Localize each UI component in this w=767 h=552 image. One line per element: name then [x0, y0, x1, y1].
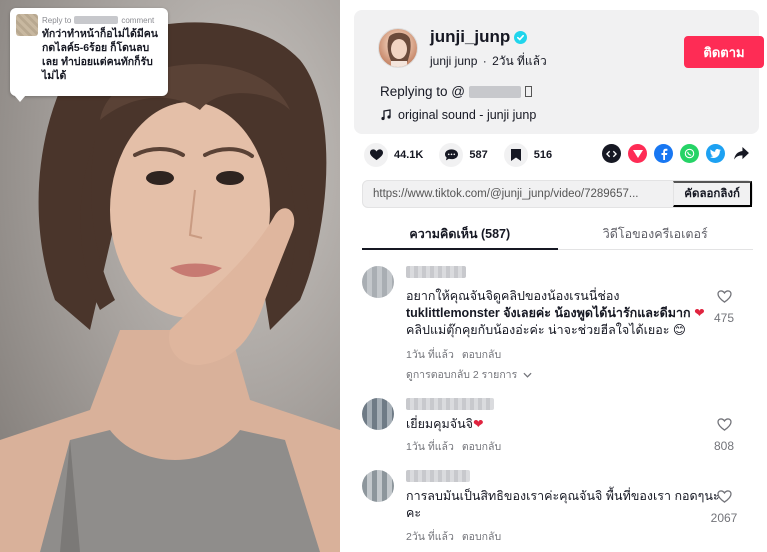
video-link-box: https://www.tiktok.com/@junji_junp/video… — [362, 180, 753, 208]
comment-count: 587 — [469, 149, 488, 161]
commenter-avatar[interactable] — [362, 266, 394, 298]
heart-outline-icon — [716, 290, 732, 303]
avatar-image — [387, 32, 411, 67]
bubble-tail — [14, 95, 26, 102]
comment-line: คะ — [406, 506, 422, 520]
chevron-down-icon — [523, 372, 532, 378]
comment-tabs: ความคิดเห็น (587) วิดีโอของครีเอเตอร์ — [362, 218, 753, 250]
comment-bubble-icon — [439, 143, 464, 167]
twitter-icon[interactable] — [706, 144, 725, 163]
embed-icon[interactable] — [602, 144, 621, 163]
missing-glyph-icon — [525, 86, 532, 97]
commenter-avatar-blurred — [16, 14, 38, 36]
video-url[interactable]: https://www.tiktok.com/@junji_junp/video… — [363, 188, 673, 200]
replying-to-text: Replying to @ — [380, 84, 465, 99]
comment-line: เยี่ยมคุมจันจิ❤ — [406, 417, 484, 431]
comment-line: การลบมันเป็นสิทธิของเราค่ะคุณจันจิ พื้นท… — [406, 489, 720, 503]
commenter-name-blurred[interactable] — [406, 266, 466, 278]
comment-time: 1วัน ที่แล้ว — [406, 441, 454, 453]
heart-icon — [364, 143, 388, 167]
sound-link[interactable]: original sound - junji junp — [380, 108, 536, 122]
like-stat[interactable]: 44.1K — [364, 143, 423, 167]
comment-text: การลบมันเป็นสิทธิของเราค่ะคุณจันจิ พื้นท… — [406, 488, 721, 522]
commenter-name-blurred[interactable] — [406, 470, 470, 482]
tab-comments[interactable]: ความคิดเห็น (587) — [362, 218, 558, 250]
comment-line: อยากให้คุณจันจิดูคลิปของน้องเรนนี่ช่อง — [406, 289, 620, 303]
sound-name: original sound - junji junp — [398, 108, 537, 122]
replying-to-line: Replying to @ — [380, 84, 532, 99]
heart-outline-icon — [716, 490, 732, 503]
comment-text: เยี่ยมคุมจันจิ❤ — [406, 416, 721, 433]
comment-line: คลิปแม่ตุ๊กคุยกับน้องอ่ะค่ะ น่าจะช่วยฮีล… — [406, 323, 686, 337]
send-icon[interactable] — [628, 144, 647, 163]
comment-meta: 2วัน ที่แล้ว ตอบกลับ — [406, 528, 501, 545]
like-count: 44.1K — [394, 149, 424, 161]
comment-time: 2วัน ที่แล้ว — [406, 531, 454, 543]
comment-meta: 1วัน ที่แล้ว ตอบกลับ — [406, 438, 501, 455]
comment-line: tuklittlemonster จังเลยค่ะ น้องพูดได้น่า… — [406, 306, 705, 320]
details-panel: junji_junp junji junp · 2วัน ที่แล้ว ติด… — [340, 0, 767, 552]
comment-like-button[interactable]: 475 — [704, 290, 744, 325]
comment-like-count: 475 — [713, 311, 735, 325]
comment-label: comment — [121, 15, 155, 25]
copy-link-button[interactable]: คัดลอกลิงก์ — [673, 181, 752, 207]
commenter-name-blurred — [74, 16, 119, 24]
view-replies-link[interactable]: ดูการตอบกลับ 2 รายการ — [406, 366, 532, 383]
view-replies-text: ดูการตอบกลับ 2 รายการ — [406, 369, 518, 381]
save-count: 516 — [533, 149, 553, 161]
bookmark-icon — [503, 143, 528, 167]
author-avatar[interactable] — [378, 28, 418, 68]
reply-bubble-text: ทักว่าทำหน้าก็อไม่ได้มีคนกดไลค์5-6ร้อย ก… — [42, 28, 158, 82]
comment-text: อยากให้คุณจันจิดูคลิปของน้องเรนนี่ช่อง t… — [406, 288, 721, 339]
reply-to-label: Reply to — [42, 15, 72, 25]
comment-stat[interactable]: 587 — [439, 143, 488, 167]
reply-button[interactable]: ตอบกลับ — [462, 438, 501, 455]
comment-like-count: 808 — [713, 439, 735, 453]
commenter-avatar[interactable] — [362, 398, 394, 430]
author-subline: junji junp · 2วัน ที่แล้ว — [430, 52, 547, 71]
reply-comment-bubble: Reply to comment ทักว่าทำหน้าก็อไม่ได้มี… — [10, 8, 168, 102]
author-nickname: junji junp — [430, 54, 478, 68]
comment-time: 1วัน ที่แล้ว — [406, 349, 454, 361]
music-note-icon — [381, 109, 391, 121]
heart-outline-icon — [716, 418, 732, 431]
commenter-name-blurred[interactable] — [406, 398, 494, 410]
whatsapp-icon[interactable] — [680, 144, 699, 163]
reply-button[interactable]: ตอบกลับ — [462, 346, 501, 363]
tab-creator-videos[interactable]: วิดีโอของครีเอเตอร์ — [558, 218, 754, 249]
comment-like-count: 2067 — [710, 511, 738, 525]
reply-button[interactable]: ตอบกลับ — [462, 528, 501, 545]
separator: · — [482, 54, 487, 68]
facebook-icon[interactable] — [654, 144, 673, 163]
share-arrow-icon[interactable] — [732, 144, 751, 163]
engagement-stats: 44.1K 587 516 — [364, 143, 568, 167]
author-username[interactable]: junji_junp — [430, 27, 528, 47]
replied-username-blurred[interactable] — [469, 85, 521, 98]
comment-meta: 1วัน ที่แล้ว ตอบกลับ — [406, 346, 501, 363]
commenter-avatar[interactable] — [362, 470, 394, 502]
verified-icon — [514, 30, 528, 44]
reply-bubble-header: Reply to comment — [42, 14, 161, 26]
author-card: junji_junp junji junp · 2วัน ที่แล้ว ติด… — [354, 10, 764, 134]
comment-like-button[interactable]: 2067 — [704, 490, 744, 525]
comment-like-button[interactable]: 808 — [704, 418, 744, 453]
username-text: junji_junp — [430, 27, 511, 46]
post-time: 2วัน ที่แล้ว — [492, 54, 547, 68]
video-player[interactable]: Reply to comment ทักว่าทำหน้าก็อไม่ได้มี… — [0, 0, 340, 552]
share-icons-row — [602, 144, 751, 163]
save-stat[interactable]: 516 — [503, 143, 553, 167]
follow-button[interactable]: ติดตาม — [684, 36, 764, 68]
